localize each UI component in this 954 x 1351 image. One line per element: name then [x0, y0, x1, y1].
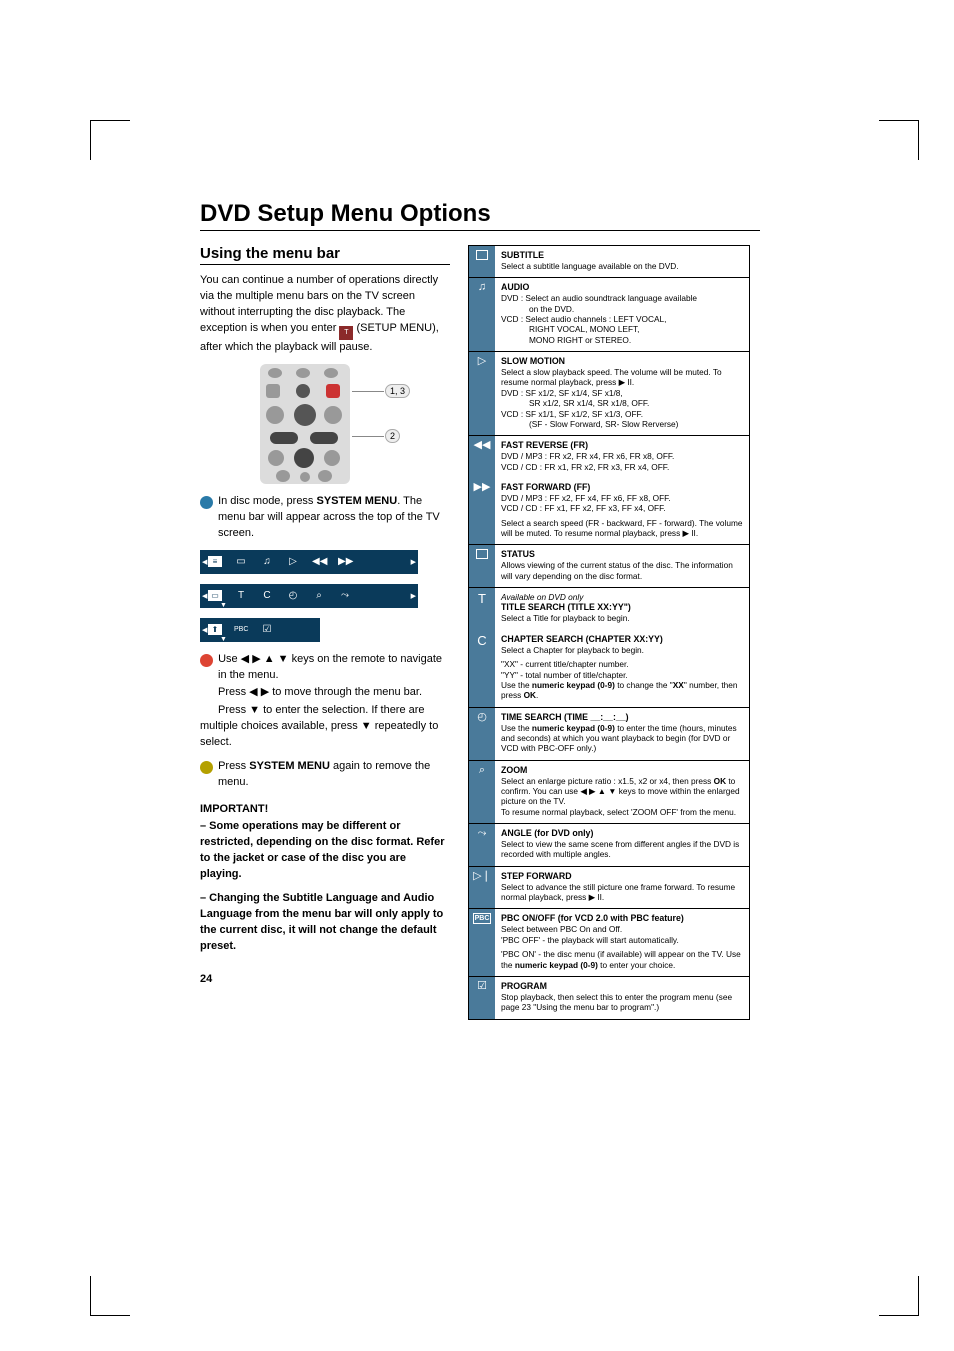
page-title: DVD Setup Menu Options	[200, 200, 760, 231]
right-column: SUBTITLESelect a subtitle language avail…	[468, 245, 750, 1020]
table-cell-text: SUBTITLESelect a subtitle language avail…	[495, 246, 749, 277]
fr-icon: ◀◀	[469, 436, 495, 478]
bar-icon: ⬆	[208, 624, 222, 635]
bar-icon: C	[260, 590, 274, 601]
crop-mark	[879, 120, 919, 160]
section-heading: Using the menu bar	[200, 245, 450, 265]
angle-icon: ⤳	[469, 824, 495, 866]
table-cell-text: AUDIODVD : Select an audio soundtrack la…	[495, 278, 749, 351]
bar-icon: ▷	[286, 556, 300, 567]
menu-bar-illustration: ◀ ≡ ▭ ♫ ▷ ◀◀ ▶▶ ▶ ◀ ▭ ▼ T C ◴ ⌕	[200, 550, 418, 642]
table-cell-text: ZOOMSelect an enlarge picture ratio : x1…	[495, 761, 749, 823]
step-icon: ▷❘	[469, 867, 495, 909]
table-row: ☑PROGRAMStop playback, then select this …	[469, 977, 749, 1019]
table-cell-text: STATUSAllows viewing of the current stat…	[495, 545, 749, 587]
important-block: IMPORTANT! – Some operations may be diff…	[200, 803, 450, 955]
bar-icon: ◴	[286, 590, 300, 601]
table-row: CCHAPTER SEARCH (CHAPTER XX:YY)Select a …	[469, 630, 749, 708]
intro-text: You can continue a number of operations …	[200, 273, 450, 356]
crop-mark	[879, 1276, 919, 1316]
table-row: SUBTITLESelect a subtitle language avail…	[469, 246, 749, 278]
table-row: ⌕ZOOMSelect an enlarge picture ratio : x…	[469, 761, 749, 824]
table-cell-text: CHAPTER SEARCH (CHAPTER XX:YY)Select a C…	[495, 630, 749, 707]
ff-icon: ▶▶	[469, 478, 495, 544]
zoom-icon: ⌕	[469, 761, 495, 823]
bar-icon: ▭	[234, 556, 248, 567]
callout-1-3: 1, 3	[385, 384, 410, 398]
time-icon: ◴	[469, 708, 495, 760]
table-cell-text: FAST FORWARD (FF)DVD / MP3 : FF x2, FF x…	[495, 478, 749, 544]
program-icon: ☑	[469, 977, 495, 1019]
table-row: ⤳ANGLE (for DVD only)Select to view the …	[469, 824, 749, 867]
table-row: ◀◀FAST REVERSE (FR)DVD / MP3 : FR x2, FR…	[469, 436, 749, 478]
step-2c: Press ▼ to enter the selection. If there…	[200, 703, 450, 751]
table-cell-text: PBC ON/OFF (for VCD 2.0 with PBC feature…	[495, 909, 749, 975]
table-cell-text: ANGLE (for DVD only)Select to view the s…	[495, 824, 749, 866]
table-cell-text: FAST REVERSE (FR)DVD / MP3 : FR x2, FR x…	[495, 436, 749, 478]
table-row: TAvailable on DVD onlyTITLE SEARCH (TITL…	[469, 588, 749, 630]
step-1: 1 In disc mode, press SYSTEM MENU. The m…	[218, 494, 450, 542]
bar-icon: ▭	[208, 590, 222, 601]
bar-icon: ☑	[260, 624, 274, 635]
step-2b: Press ◀ ▶ to move through the menu bar.	[218, 685, 450, 701]
table-cell-text: SLOW MOTIONSelect a slow playback speed.…	[495, 352, 749, 435]
table-row: ♫AUDIODVD : Select an audio soundtrack l…	[469, 278, 749, 352]
step-number-2: 2	[200, 654, 213, 667]
important-p1: – Some operations may be different or re…	[200, 819, 450, 883]
table-cell-text: STEP FORWARDSelect to advance the still …	[495, 867, 749, 909]
table-row: ▷❘STEP FORWARDSelect to advance the stil…	[469, 867, 749, 910]
left-column: Using the menu bar You can continue a nu…	[200, 245, 450, 1020]
bar-icon: ◀◀	[312, 556, 326, 567]
callout-2: 2	[385, 429, 400, 443]
page-number: 24	[200, 973, 450, 985]
title-icon: T	[469, 588, 495, 630]
step-2: 2 Use ◀ ▶ ▲ ▼ keys on the remote to navi…	[218, 652, 450, 684]
setup-menu-icon: T	[339, 326, 353, 340]
bar-icon: T	[234, 590, 248, 601]
slow-icon: ▷	[469, 352, 495, 435]
table-row: PBCPBC ON/OFF (for VCD 2.0 with PBC feat…	[469, 909, 749, 976]
crop-mark	[90, 120, 130, 160]
feature-table: SUBTITLESelect a subtitle language avail…	[468, 245, 750, 1020]
remote-illustration: 1, 3 2	[240, 364, 410, 484]
important-p2: – Changing the Subtitle Language and Aud…	[200, 891, 450, 955]
table-cell-text: PROGRAMStop playback, then select this t…	[495, 977, 749, 1019]
table-row: STATUSAllows viewing of the current stat…	[469, 545, 749, 588]
table-row: ◴TIME SEARCH (TIME __:__:__)Use the nume…	[469, 708, 749, 761]
bar-icon: ⌕	[312, 590, 326, 601]
bar-icon: PBC	[234, 626, 248, 633]
important-heading: IMPORTANT!	[200, 803, 450, 815]
bar-icon: ⤳	[338, 590, 352, 601]
step-number-3: 3	[200, 761, 213, 774]
subtitle-icon	[469, 246, 495, 277]
pbc-icon: PBC	[469, 909, 495, 975]
table-row: ▷SLOW MOTIONSelect a slow playback speed…	[469, 352, 749, 436]
audio-icon: ♫	[469, 278, 495, 351]
crop-mark	[90, 1276, 130, 1316]
table-cell-text: Available on DVD onlyTITLE SEARCH (TITLE…	[495, 588, 749, 630]
chapter-icon: C	[469, 630, 495, 707]
step-3: 3 Press SYSTEM MENU again to remove the …	[218, 759, 450, 791]
step-number-1: 1	[200, 496, 213, 509]
table-cell-text: TIME SEARCH (TIME __:__:__)Use the numer…	[495, 708, 749, 760]
status-icon	[469, 545, 495, 587]
bar-icon: ♫	[260, 556, 274, 567]
table-row: ▶▶FAST FORWARD (FF)DVD / MP3 : FF x2, FF…	[469, 478, 749, 545]
bar-icon: ▶▶	[338, 556, 352, 567]
bar-icon: ≡	[208, 556, 222, 567]
